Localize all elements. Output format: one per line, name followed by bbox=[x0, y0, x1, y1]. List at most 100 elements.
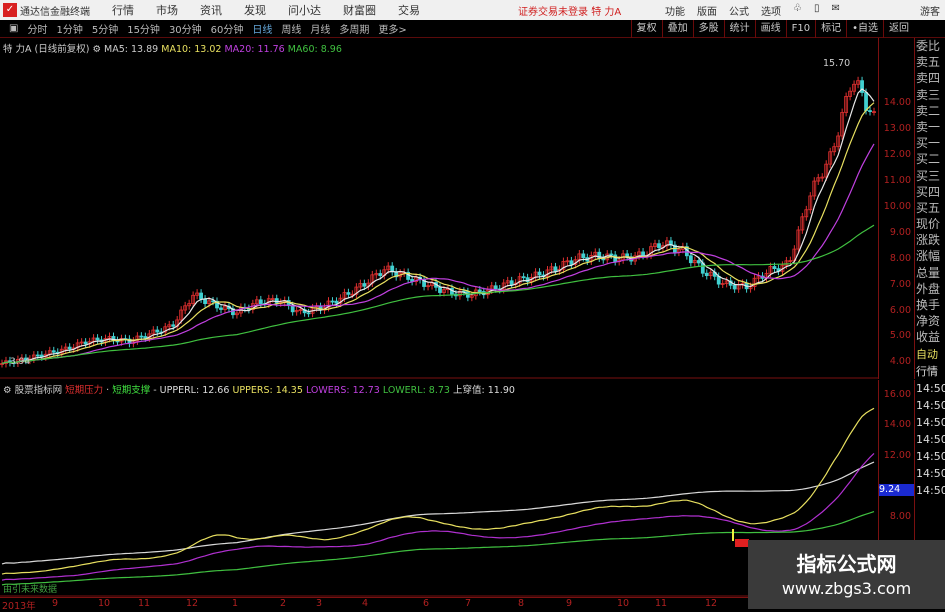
menu-quotes[interactable]: 行情 bbox=[112, 2, 134, 18]
time-label: 9 bbox=[566, 598, 573, 609]
period-intraday[interactable]: 分时 bbox=[27, 21, 47, 36]
candle bbox=[509, 280, 514, 285]
period-1min[interactable]: 1分钟 bbox=[56, 21, 82, 36]
candle bbox=[641, 251, 645, 256]
menu-layout[interactable]: 版面 bbox=[697, 3, 717, 18]
login-status[interactable]: 证券交易未登录 特 力A bbox=[518, 3, 621, 18]
menu-options[interactable]: 选项 bbox=[761, 3, 781, 18]
tick: 4.00 bbox=[889, 356, 911, 367]
candle bbox=[537, 271, 542, 276]
signal-label bbox=[735, 539, 749, 547]
time-label: 7 bbox=[465, 598, 472, 609]
current-value-badge: 9.24 bbox=[879, 484, 914, 496]
period-more[interactable]: 更多> bbox=[378, 21, 406, 36]
adjust-button[interactable]: 复权 bbox=[630, 20, 662, 38]
time-label: 10 bbox=[98, 598, 111, 609]
candle bbox=[95, 337, 100, 341]
period-15min[interactable]: 15分钟 bbox=[127, 21, 160, 36]
candle bbox=[290, 305, 295, 313]
candle bbox=[171, 324, 176, 327]
menu-wealth[interactable]: 财富圈 bbox=[343, 2, 376, 18]
quote-label: 净资 bbox=[916, 314, 941, 329]
quote-label[interactable]: 行情 bbox=[916, 363, 945, 380]
indicator-chart[interactable] bbox=[0, 379, 878, 597]
tick: 6.00 bbox=[889, 305, 911, 316]
tick-time: 14:50 bbox=[916, 415, 945, 429]
back-button[interactable]: 返回 bbox=[883, 20, 914, 38]
support-icon[interactable]: ♧ bbox=[793, 3, 802, 18]
candle bbox=[155, 329, 160, 333]
candle bbox=[772, 266, 777, 270]
menu-trade[interactable]: 交易 bbox=[398, 2, 420, 18]
user-label[interactable]: 游客 bbox=[920, 3, 940, 18]
candle bbox=[334, 300, 339, 304]
watchlist-button[interactable]: •自选 bbox=[846, 20, 883, 38]
f10-button[interactable]: F10 bbox=[785, 20, 815, 38]
quote-label: 买一 bbox=[916, 136, 941, 151]
ma-legend: 特 力A (日线前复权) ⚙ MA5: 13.89 MA10: 13.02 MA… bbox=[3, 41, 342, 55]
time-label: 2 bbox=[280, 598, 287, 609]
tick: 8.00 bbox=[889, 253, 911, 264]
candle bbox=[581, 253, 586, 258]
phone-icon[interactable]: ▯ bbox=[814, 3, 820, 18]
candle bbox=[609, 253, 614, 256]
period-daily[interactable]: 日线 bbox=[252, 21, 272, 36]
ma5-line bbox=[1, 88, 875, 365]
stats-button[interactable]: 统计 bbox=[723, 20, 755, 38]
candle bbox=[569, 260, 574, 265]
draw-button[interactable]: 画线 bbox=[754, 20, 786, 38]
menu-market[interactable]: 市场 bbox=[156, 2, 178, 18]
menu-news[interactable]: 资讯 bbox=[200, 2, 222, 18]
auto-label[interactable]: 自动 bbox=[916, 346, 945, 363]
tick: 5.00 bbox=[889, 330, 911, 341]
period-30min[interactable]: 30分钟 bbox=[169, 21, 202, 36]
tick-time: 14:50 bbox=[916, 398, 945, 412]
mail-icon[interactable]: ✉ bbox=[831, 3, 839, 18]
candle bbox=[493, 285, 498, 290]
quote-label: 买四 bbox=[916, 184, 941, 199]
low-price-label: 3.94 bbox=[10, 357, 31, 367]
period-monthly[interactable]: 月线 bbox=[310, 21, 330, 36]
quote-label: 涨跌 bbox=[916, 233, 941, 248]
candle bbox=[51, 350, 56, 353]
period-weekly[interactable]: 周线 bbox=[281, 21, 301, 36]
quote-label: 换手 bbox=[916, 298, 941, 312]
menu-discover[interactable]: 发现 bbox=[244, 2, 266, 18]
quote-label: 买二 bbox=[916, 152, 941, 167]
menu-formula[interactable]: 公式 bbox=[729, 3, 749, 18]
quote-label: 委比 bbox=[916, 39, 941, 53]
toggle-icon[interactable]: ▣ bbox=[9, 23, 18, 34]
period-5min[interactable]: 5分钟 bbox=[92, 21, 118, 36]
candle bbox=[35, 354, 40, 357]
label-resistance: 短期压力 bbox=[65, 385, 104, 396]
settings-icon: ⚙ bbox=[3, 385, 12, 396]
candle bbox=[346, 292, 351, 295]
time-label: 8 bbox=[518, 598, 525, 609]
indicator-source: 股票指标网 bbox=[14, 385, 63, 396]
candle bbox=[378, 273, 383, 276]
mark-button[interactable]: 标记 bbox=[815, 20, 846, 38]
quote-label: 收益 bbox=[916, 330, 941, 345]
ma10-label: MA10: 13.02 bbox=[161, 44, 222, 55]
multi-stock-button[interactable]: 多股 bbox=[692, 20, 724, 38]
period-60min[interactable]: 60分钟 bbox=[211, 21, 244, 36]
settings-icon: ⚙ bbox=[92, 44, 102, 55]
menu-function[interactable]: 功能 bbox=[665, 3, 685, 18]
label-support: 短期支撑 bbox=[112, 385, 151, 396]
quote-label: 涨幅 bbox=[916, 249, 941, 264]
ma60-label: MA60: 8.96 bbox=[287, 44, 342, 55]
app-name: 通达信金融终端 bbox=[20, 6, 90, 18]
candle bbox=[553, 266, 558, 272]
ma10-line bbox=[1, 102, 875, 365]
overlay-button[interactable]: 叠加 bbox=[661, 20, 693, 38]
time-label: 9 bbox=[52, 598, 59, 609]
candle bbox=[696, 260, 701, 264]
candle bbox=[521, 276, 526, 279]
tick: 13.00 bbox=[883, 123, 911, 134]
tick: 8.00 bbox=[889, 511, 911, 522]
price-chart[interactable] bbox=[0, 38, 878, 380]
period-multi[interactable]: 多周期 bbox=[339, 21, 369, 36]
menu-ask[interactable]: 问小达 bbox=[288, 2, 321, 18]
candle bbox=[704, 272, 709, 277]
candle bbox=[274, 298, 279, 304]
